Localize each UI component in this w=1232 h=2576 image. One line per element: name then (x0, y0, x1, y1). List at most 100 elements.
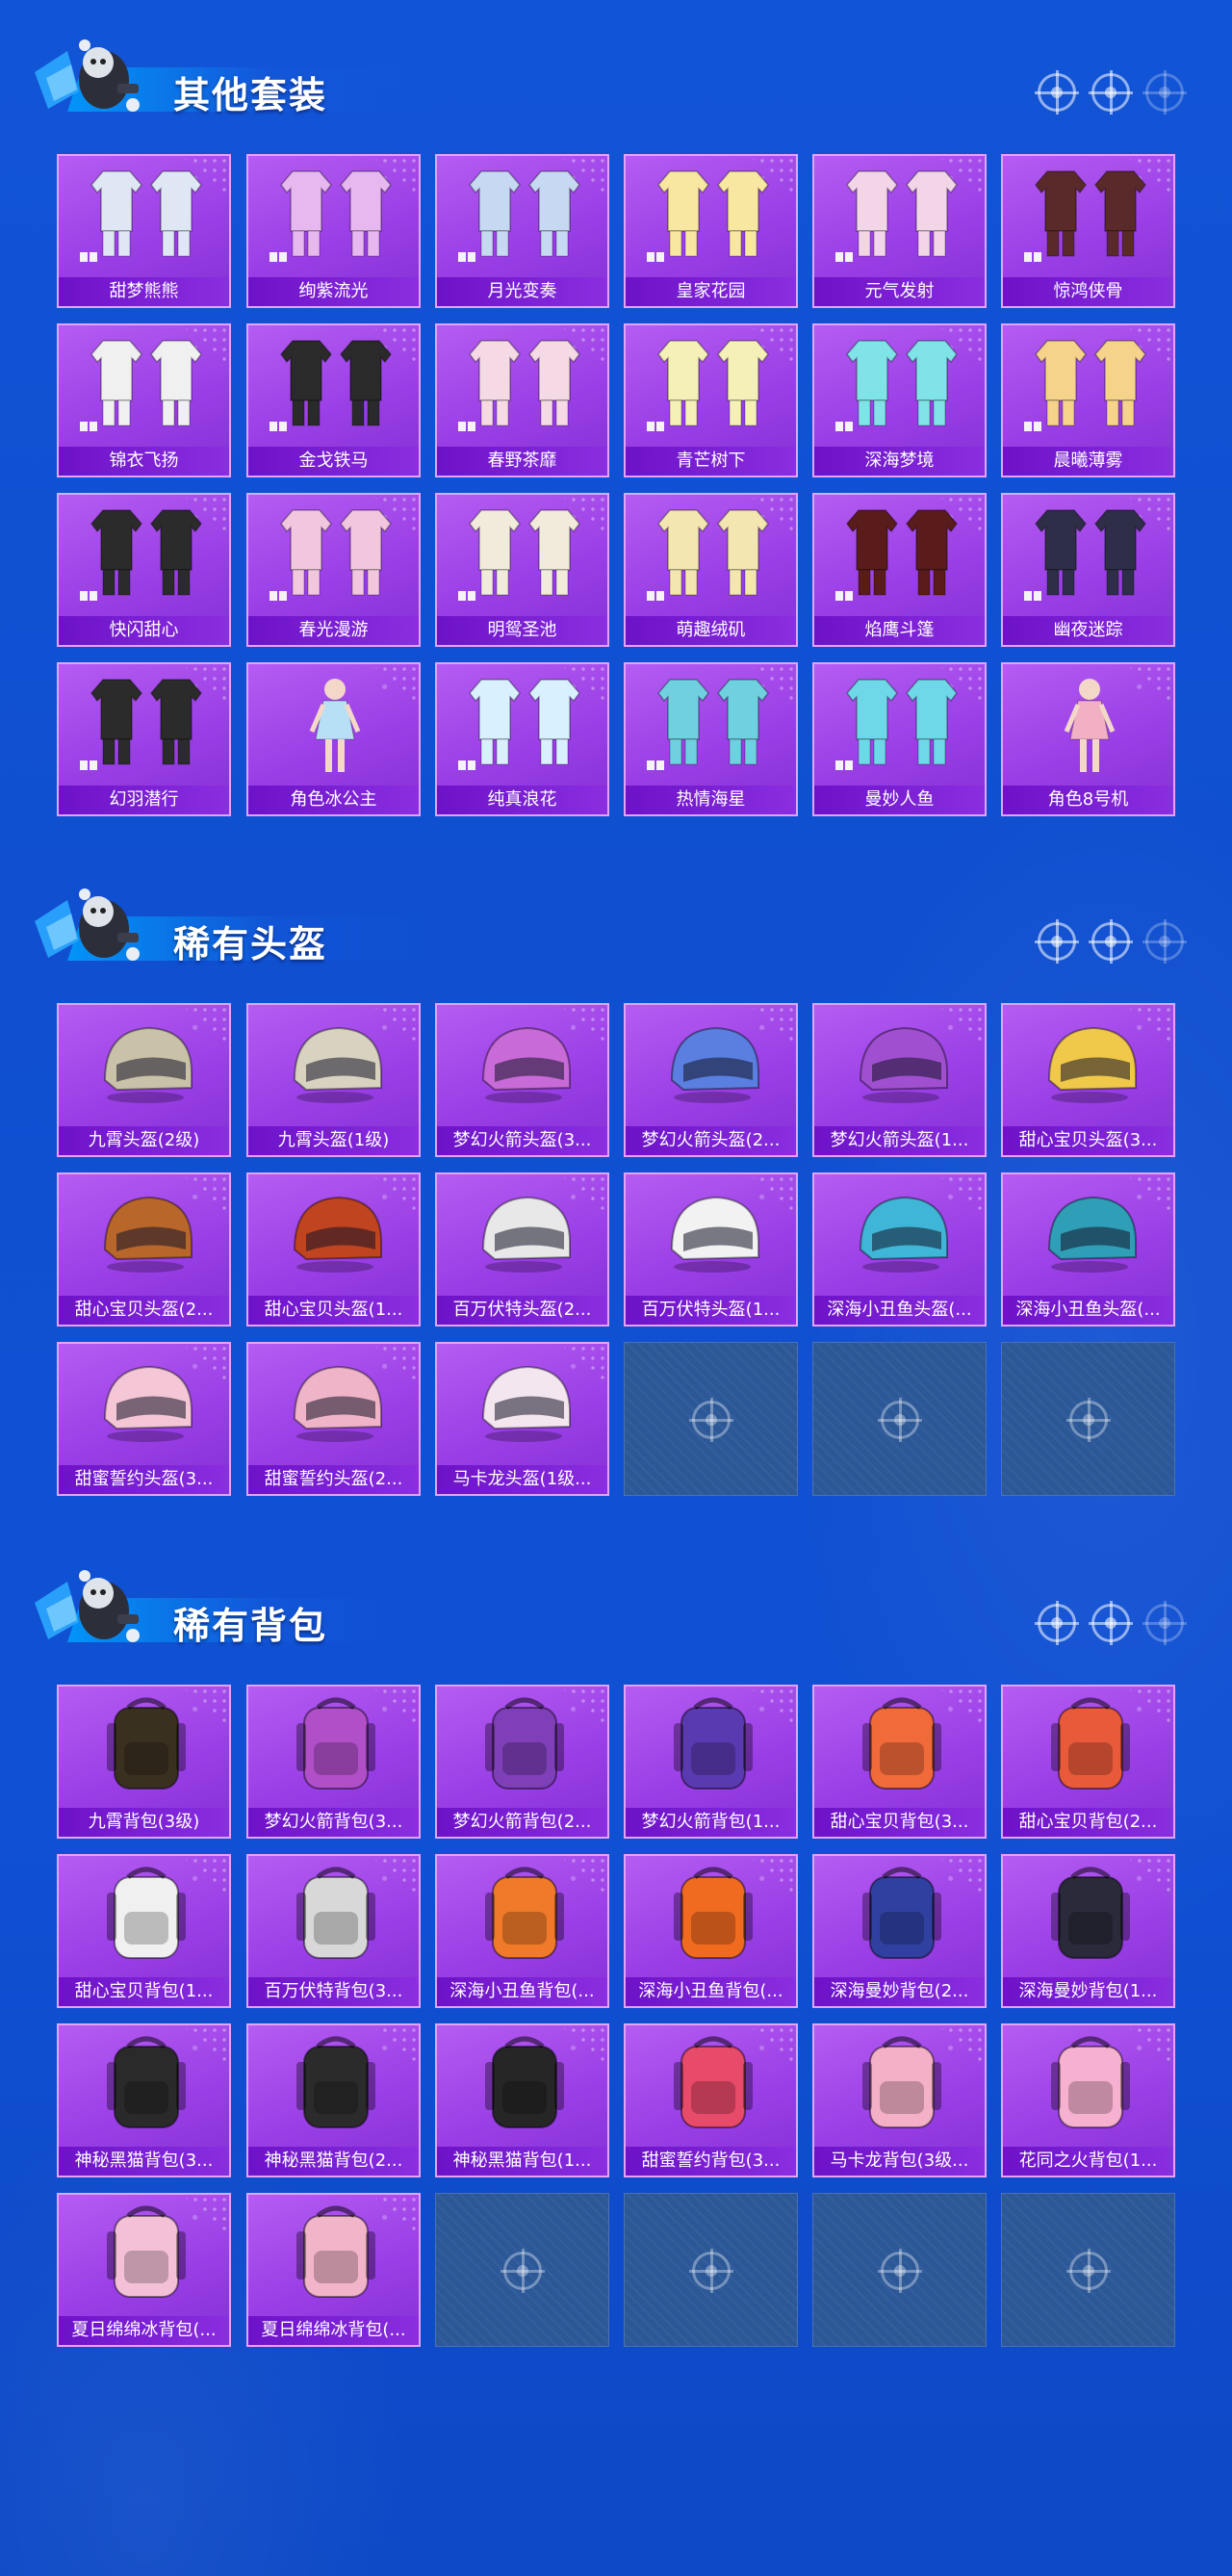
item-card[interactable]: 神秘黑猫背包(3... (57, 2023, 231, 2177)
bag-image (78, 2033, 214, 2139)
item-card[interactable]: 夏日绵绵冰背包(... (246, 2193, 421, 2347)
item-card[interactable]: 甜梦熊熊 (57, 154, 231, 308)
bag-image (268, 1694, 403, 1800)
item-label: 幻羽潜行 (59, 786, 229, 814)
item-label: 神秘黑猫背包(1... (437, 2147, 607, 2176)
item-card[interactable]: 梦幻火箭背包(2... (435, 1685, 609, 1839)
item-card[interactable]: 金戈铁马 (246, 323, 421, 477)
item-card[interactable]: 甜心宝贝头盔(3... (1001, 1003, 1175, 1157)
item-card[interactable]: 夏日绵绵冰背包(... (57, 2193, 231, 2347)
helmet-image (78, 1013, 214, 1119)
item-card[interactable]: 甜心宝贝背包(1... (57, 1854, 231, 2008)
item-card[interactable]: 幻羽潜行 (57, 662, 231, 816)
item-label: 梦幻火箭背包(3... (248, 1808, 419, 1837)
item-card[interactable]: 梦幻火箭头盔(1... (812, 1003, 987, 1157)
item-card[interactable]: 百万伏特头盔(1... (624, 1172, 798, 1327)
item-label: 甜心宝贝头盔(1... (248, 1296, 419, 1325)
item-card[interactable]: 甜心宝贝头盔(1... (246, 1172, 421, 1327)
outfit-image (834, 672, 969, 778)
item-card[interactable]: 甜蜜誓约头盔(2... (246, 1342, 421, 1496)
item-card[interactable]: 马卡龙背包(3级... (812, 2023, 987, 2177)
item-card[interactable]: 皇家花园 (624, 154, 798, 308)
crosshair-icon (1089, 919, 1133, 964)
item-card[interactable]: 月光变奏 (435, 154, 609, 308)
item-card[interactable]: 梦幻火箭背包(1... (624, 1685, 798, 1839)
helmet-image (78, 1182, 214, 1288)
outfit-image (645, 164, 781, 270)
item-label: 焰鹰斗篷 (814, 616, 985, 645)
item-card[interactable]: 明鸳圣池 (435, 493, 609, 647)
section-header: 其他套装 (29, 29, 1203, 135)
outfit-image (456, 333, 592, 439)
item-card[interactable]: 深海小丑鱼背包(... (624, 1854, 798, 2008)
item-card[interactable]: 甜心宝贝背包(2... (1001, 1685, 1175, 1839)
outfit-image (645, 333, 781, 439)
item-card[interactable]: 深海曼妙背包(1... (1001, 1854, 1175, 2008)
item-label: 纯真浪花 (437, 786, 607, 814)
item-card[interactable]: 深海梦境 (812, 323, 987, 477)
item-card[interactable]: 梦幻火箭头盔(3... (435, 1003, 609, 1157)
item-card[interactable]: 甜心宝贝头盔(2... (57, 1172, 231, 1327)
item-card[interactable]: 快闪甜心 (57, 493, 231, 647)
bag-image (78, 2202, 214, 2308)
outfit-image (78, 672, 214, 778)
item-card[interactable]: 深海曼妙背包(2... (812, 1854, 987, 2008)
item-card[interactable]: 春野茶靡 (435, 323, 609, 477)
item-label: 夏日绵绵冰背包(... (59, 2316, 229, 2345)
item-card[interactable]: 惊鸿侠骨 (1001, 154, 1175, 308)
item-card[interactable]: 角色冰公主 (246, 662, 421, 816)
bag-image (456, 2033, 592, 2139)
item-card[interactable]: 角色8号机 (1001, 662, 1175, 816)
item-card[interactable]: 马卡龙头盔(1级... (435, 1342, 609, 1496)
item-card[interactable]: 深海小丑鱼头盔(... (812, 1172, 987, 1327)
empty-slot (1001, 1342, 1175, 1496)
item-label: 九霄头盔(2级) (59, 1126, 229, 1155)
item-card[interactable]: 青芒树下 (624, 323, 798, 477)
item-label: 元气发射 (814, 277, 985, 306)
item-label: 梦幻火箭背包(2... (437, 1808, 607, 1837)
item-label: 角色8号机 (1003, 786, 1173, 814)
item-card[interactable]: 梦幻火箭头盔(2... (624, 1003, 798, 1157)
item-card[interactable]: 百万伏特背包(3... (246, 1854, 421, 2008)
item-label: 甜梦熊熊 (59, 277, 229, 306)
item-card[interactable]: 晨曦薄雾 (1001, 323, 1175, 477)
item-card[interactable]: 幽夜迷踪 (1001, 493, 1175, 647)
crosshair-icon (500, 2249, 545, 2293)
item-card[interactable]: 曼妙人鱼 (812, 662, 987, 816)
helmet-image (456, 1352, 592, 1457)
item-card[interactable]: 神秘黑猫背包(2... (246, 2023, 421, 2177)
mascot-icon (29, 34, 164, 130)
item-card[interactable]: 梦幻火箭背包(3... (246, 1685, 421, 1839)
bag-image (1022, 2033, 1158, 2139)
outfit-image (1022, 333, 1158, 439)
item-label: 深海小丑鱼背包(... (626, 1977, 796, 2006)
crosshair-icon (1066, 1398, 1111, 1442)
item-card[interactable]: 百万伏特头盔(2... (435, 1172, 609, 1327)
item-card[interactable]: 九霄头盔(1级) (246, 1003, 421, 1157)
item-card[interactable]: 甜蜜誓约头盔(3... (57, 1342, 231, 1496)
crosshair-icon (878, 1398, 922, 1442)
item-label: 甜心宝贝背包(3... (814, 1808, 985, 1837)
outfit-image (78, 164, 214, 270)
item-card[interactable]: 纯真浪花 (435, 662, 609, 816)
item-card[interactable]: 春光漫游 (246, 493, 421, 647)
item-card[interactable]: 神秘黑猫背包(1... (435, 2023, 609, 2177)
section-title: 其他套装 (173, 74, 328, 116)
item-label: 绚紫流光 (248, 277, 419, 306)
item-card[interactable]: 热情海星 (624, 662, 798, 816)
item-card[interactable]: 萌趣绒矶 (624, 493, 798, 647)
item-card[interactable]: 焰鹰斗篷 (812, 493, 987, 647)
item-card[interactable]: 绚紫流光 (246, 154, 421, 308)
item-card[interactable]: 甜蜜誓约背包(3... (624, 2023, 798, 2177)
item-card[interactable]: 元气发射 (812, 154, 987, 308)
item-label: 梦幻火箭头盔(2... (626, 1126, 796, 1155)
item-card[interactable]: 甜心宝贝背包(3... (812, 1685, 987, 1839)
item-card[interactable]: 深海小丑鱼背包(... (435, 1854, 609, 2008)
item-card[interactable]: 九霄头盔(2级) (57, 1003, 231, 1157)
empty-slot (624, 2193, 798, 2347)
item-card[interactable]: 九霄背包(3级) (57, 1685, 231, 1839)
item-card[interactable]: 深海小丑鱼头盔(... (1001, 1172, 1175, 1327)
item-label: 青芒树下 (626, 447, 796, 476)
item-card[interactable]: 锦衣飞扬 (57, 323, 231, 477)
item-card[interactable]: 花同之火背包(1... (1001, 2023, 1175, 2177)
